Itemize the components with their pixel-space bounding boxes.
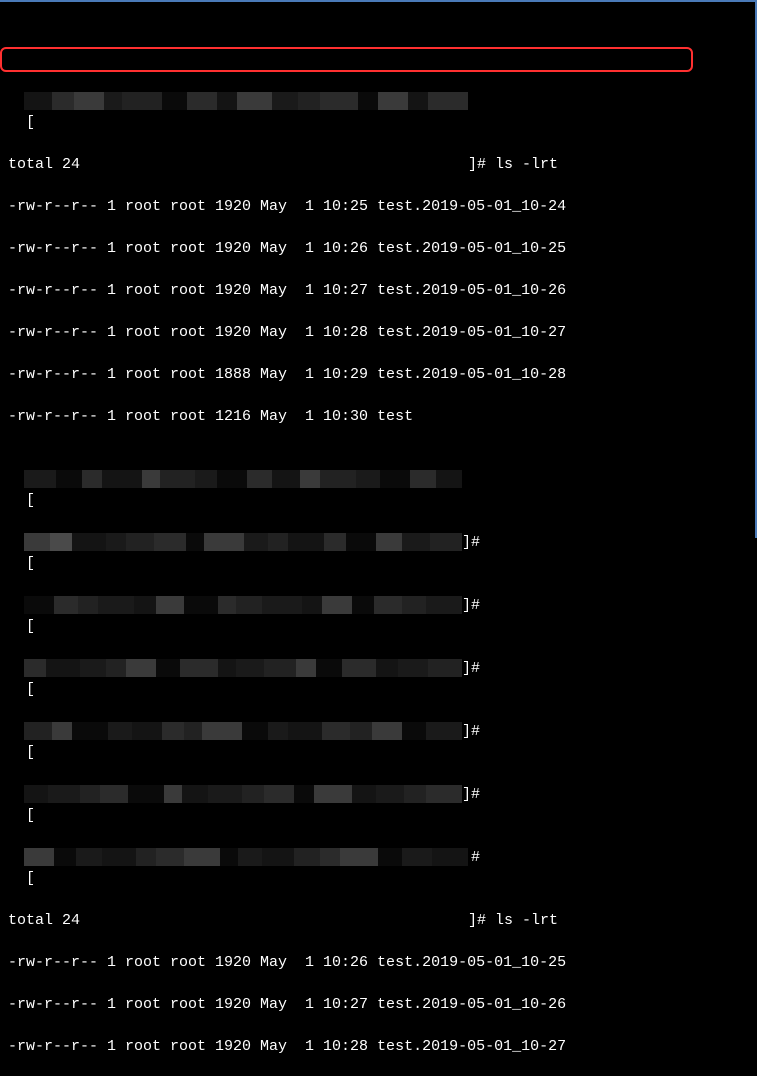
bracket-open: [ [26, 744, 35, 761]
total-line-1: total 24 [8, 154, 747, 175]
file-row: -rw-r--r-- 1 root root 1920 May 1 10:26 … [8, 952, 747, 973]
total-line-2: total 24 [8, 910, 747, 931]
prompt-line-blank: [ ]# [8, 532, 747, 553]
prompt-line-blank: [ ]# [8, 469, 747, 490]
bracket-open: [ [26, 681, 35, 698]
file-row: -rw-r--r-- 1 root root 1920 May 1 10:27 … [8, 280, 747, 301]
file-row: -rw-r--r-- 1 root root 1216 May 1 10:30 … [8, 406, 747, 427]
prompt-line-1: [ ]# ls -lrt [8, 91, 747, 112]
prompt-line-blank: [ ]# [8, 721, 747, 742]
pixelated-hostname [24, 848, 468, 866]
bracket-open: [ [26, 807, 35, 824]
highlight-annotation [0, 47, 693, 72]
bracket-open: [ [26, 555, 35, 572]
pixelated-hostname [24, 785, 462, 803]
bracket-open: [ [26, 492, 35, 509]
file-row: -rw-r--r-- 1 root root 1920 May 1 10:27 … [8, 994, 747, 1015]
file-row: -rw-r--r-- 1 root root 1888 May 1 10:29 … [8, 364, 747, 385]
pixelated-hostname [24, 470, 462, 488]
pixelated-hostname [24, 92, 468, 110]
prompt-line-blank: [ ]# [8, 658, 747, 679]
bracket-open: [ [26, 870, 35, 887]
pixelated-hostname [24, 722, 462, 740]
pixelated-hostname [24, 659, 462, 677]
prompt-line-blank: [ ]# [8, 784, 747, 805]
bracket-open: [ [26, 114, 35, 131]
prompt-line-2: [ ]# ls -lrt [8, 847, 747, 868]
bracket-open: [ [26, 618, 35, 635]
file-row: -rw-r--r-- 1 root root 1920 May 1 10:26 … [8, 238, 747, 259]
file-row: -rw-r--r-- 1 root root 1920 May 1 10:28 … [8, 322, 747, 343]
file-row: -rw-r--r-- 1 root root 1920 May 1 10:25 … [8, 196, 747, 217]
pixelated-hostname [24, 533, 462, 551]
prompt-line-blank: [ ]# [8, 595, 747, 616]
file-row: -rw-r--r-- 1 root root 1920 May 1 10:28 … [8, 1036, 747, 1057]
pixelated-hostname [24, 596, 462, 614]
